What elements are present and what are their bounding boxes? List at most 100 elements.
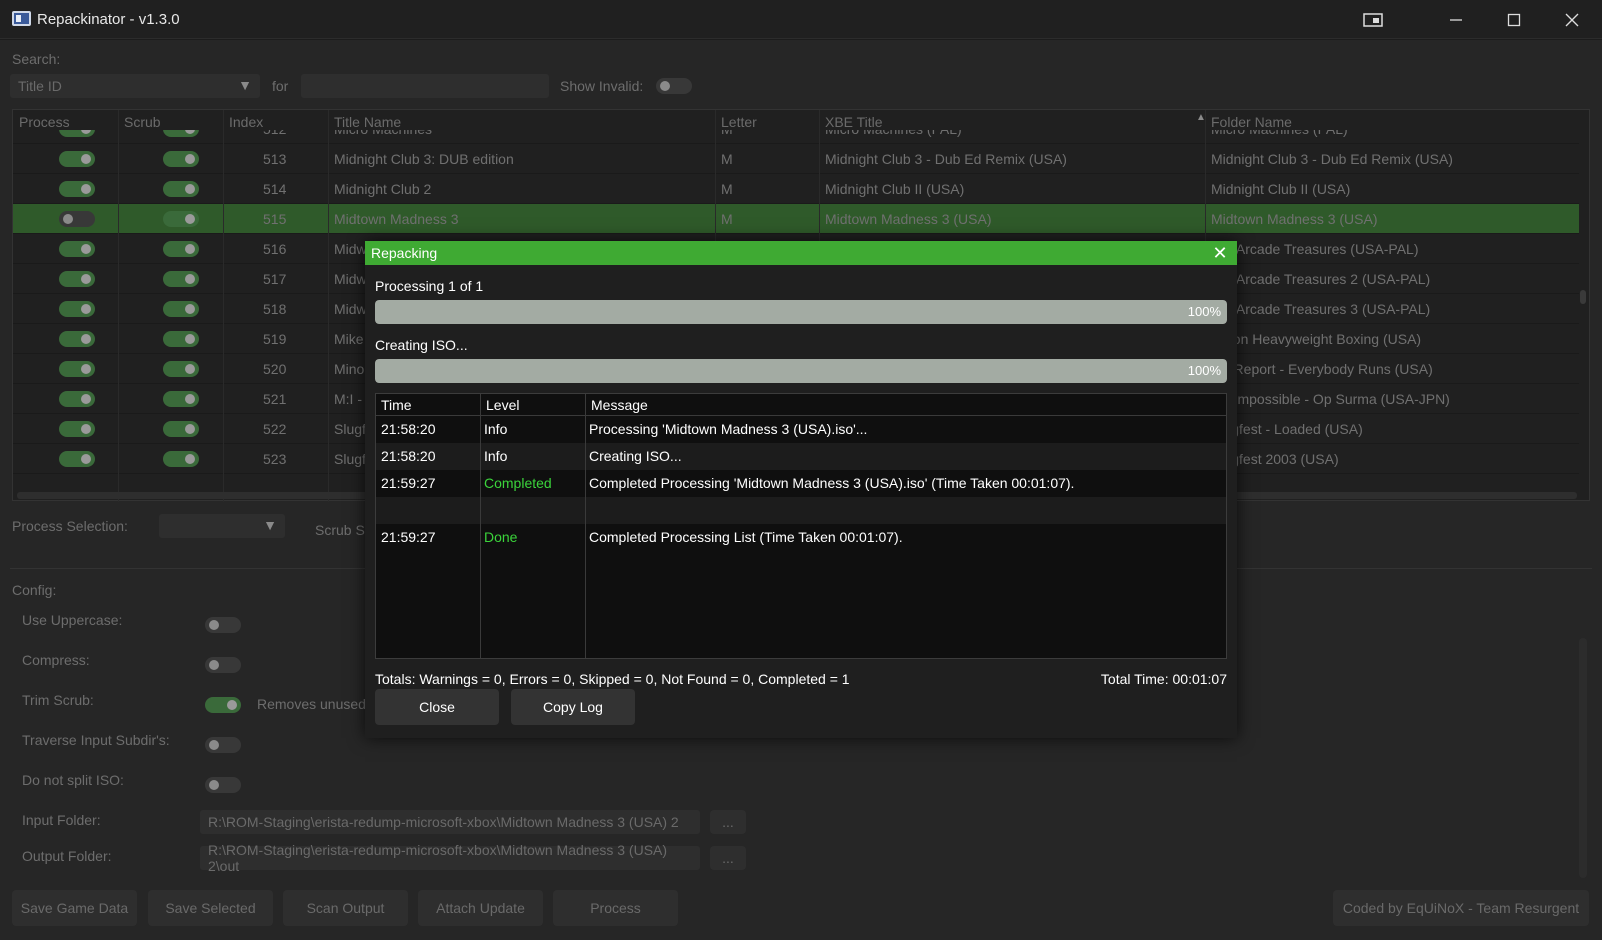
process-toggle[interactable] <box>59 451 95 467</box>
log-level-cell: Info <box>484 448 508 464</box>
process-toggle[interactable] <box>59 151 95 167</box>
folder-name-cell: Tyson Heavyweight Boxing (USA) <box>1211 331 1422 347</box>
compress-toggle[interactable] <box>205 657 241 673</box>
input-folder-label: Input Folder: <box>22 812 101 828</box>
folder-name-cell: vay Arcade Treasures 3 (USA-PAL) <box>1211 301 1431 317</box>
copy-log-button[interactable]: Copy Log <box>511 689 635 725</box>
index-cell: 515 <box>263 211 287 227</box>
log-message-cell: Processing 'Midtown Madness 3 (USA).iso'… <box>589 421 868 437</box>
log-row: 21:59:27 Done Completed Processing List (T… <box>376 524 1226 551</box>
index-cell: 523 <box>263 451 287 467</box>
log-message-cell: Completed Processing 'Midtown Madness 3 … <box>589 475 1075 491</box>
letter-cell: M <box>721 151 733 167</box>
scrub-toggle[interactable] <box>163 211 199 227</box>
config-scrollbar[interactable] <box>1579 638 1587 878</box>
save-selected-button[interactable]: Save Selected <box>148 890 273 926</box>
close-button[interactable]: Close <box>375 689 499 725</box>
process-button[interactable]: Process <box>553 890 678 926</box>
progress1-fill <box>375 300 1227 324</box>
log-row: 21:58:20 Info Processing 'Midtown Madness … <box>376 416 1226 443</box>
process-toggle[interactable] <box>59 421 95 437</box>
scrub-toggle[interactable] <box>163 241 199 257</box>
letter-cell: M <box>721 181 733 197</box>
scrub-toggle[interactable] <box>163 130 199 137</box>
close-icon[interactable] <box>1543 0 1601 39</box>
title-name-cell: Mike <box>334 331 364 347</box>
search-input[interactable] <box>301 74 549 98</box>
scrub-toggle[interactable] <box>163 151 199 167</box>
log-time-cell: 21:59:27 <box>381 475 436 491</box>
process-selection-select[interactable]: ▼ <box>159 514 285 538</box>
scrub-toggle[interactable] <box>163 391 199 407</box>
table-row[interactable]: 515 Midtown Madness 3 M Midtown Madness 3 (… <box>13 204 1579 234</box>
folder-name-cell: Midnight Club II (USA) <box>1211 181 1351 197</box>
log-row <box>376 497 1226 524</box>
minimize-icon[interactable] <box>1427 0 1485 39</box>
search-field-select[interactable]: Title ID ▼ <box>10 74 260 98</box>
scrub-selection-label: Scrub S <box>315 522 365 538</box>
credit-label: Coded by EqUiNoX - Team Resurgent <box>1333 890 1589 926</box>
input-folder-browse-button[interactable]: ... <box>710 810 746 834</box>
scrub-toggle[interactable] <box>163 361 199 377</box>
log-col-message[interactable]: Message <box>586 394 653 416</box>
title-name-cell: Mino <box>334 361 365 377</box>
log-message-cell: Creating ISO... <box>589 448 682 464</box>
progress1-label: Processing 1 of 1 <box>375 278 484 294</box>
xbe-title-cell: Midnight Club 3 - Dub Ed Remix (USA) <box>825 151 1067 167</box>
snap-icon[interactable] <box>1344 0 1402 39</box>
table-row[interactable]: 512 Micro Machines M Micro Machines (PAL) Mi… <box>13 130 1579 144</box>
maximize-icon[interactable] <box>1485 0 1543 39</box>
title-name-cell: Midw <box>334 271 367 287</box>
process-toggle[interactable] <box>59 130 95 137</box>
log-col-level[interactable]: Level <box>481 394 524 416</box>
log-time-cell: 21:58:20 <box>381 448 436 464</box>
input-folder-field[interactable]: R:\ROM-Staging\erista-redump-microsoft-x… <box>200 810 700 834</box>
chevron-down-icon: ▼ <box>263 517 277 533</box>
config-label: Config: <box>12 582 57 598</box>
close-icon[interactable]: ✕ <box>1211 243 1229 263</box>
log-col-time[interactable]: Time <box>376 394 417 416</box>
title-name-cell: Slugf <box>334 451 366 467</box>
index-cell: 520 <box>263 361 287 377</box>
vertical-scrollbar-thumb[interactable] <box>1580 290 1586 304</box>
traverse-toggle[interactable] <box>205 737 241 753</box>
search-field-value: Title ID <box>18 78 62 94</box>
scan-output-button[interactable]: Scan Output <box>283 890 408 926</box>
scrub-toggle[interactable] <box>163 331 199 347</box>
table-row[interactable]: 514 Midnight Club 2 M Midnight Club II (USA… <box>13 174 1579 204</box>
scrub-toggle[interactable] <box>163 271 199 287</box>
output-folder-browse-button[interactable]: ... <box>710 846 746 870</box>
output-folder-field[interactable]: R:\ROM-Staging\erista-redump-microsoft-x… <box>200 842 700 874</box>
process-toggle[interactable] <box>59 301 95 317</box>
attach-update-button[interactable]: Attach Update <box>418 890 543 926</box>
process-toggle[interactable] <box>59 361 95 377</box>
app-icon <box>12 11 31 26</box>
trim-scrub-toggle[interactable] <box>205 697 241 713</box>
title-name-cell: Midnight Club 2 <box>334 181 432 197</box>
title-name-cell: Midnight Club 3: DUB edition <box>334 151 514 167</box>
process-toggle[interactable] <box>59 331 95 347</box>
no-split-toggle[interactable] <box>205 777 241 793</box>
scrub-toggle[interactable] <box>163 421 199 437</box>
traverse-label: Traverse Input Subdir's: <box>22 732 170 748</box>
index-cell: 513 <box>263 151 287 167</box>
index-cell: 521 <box>263 391 287 407</box>
table-header: Process Scrub Index Title Name Letter XB… <box>13 110 1589 132</box>
process-toggle[interactable] <box>59 181 95 197</box>
progress2-text: 100% <box>1187 363 1221 378</box>
title-name-cell: Micro Machines <box>334 130 432 137</box>
process-toggle[interactable] <box>59 211 95 227</box>
process-toggle[interactable] <box>59 271 95 287</box>
process-selection-label: Process Selection: <box>12 518 128 534</box>
use-uppercase-toggle[interactable] <box>205 617 241 633</box>
scrub-toggle[interactable] <box>163 451 199 467</box>
table-row[interactable]: 513 Midnight Club 3: DUB edition M Midnight… <box>13 144 1579 174</box>
scrub-toggle[interactable] <box>163 301 199 317</box>
process-toggle[interactable] <box>59 391 95 407</box>
save-game-data-button[interactable]: Save Game Data <box>12 890 137 926</box>
title-name-cell: Midw <box>334 301 367 317</box>
show-invalid-toggle[interactable] <box>656 78 692 94</box>
trim-scrub-note: Removes unused <box>257 696 366 712</box>
process-toggle[interactable] <box>59 241 95 257</box>
scrub-toggle[interactable] <box>163 181 199 197</box>
